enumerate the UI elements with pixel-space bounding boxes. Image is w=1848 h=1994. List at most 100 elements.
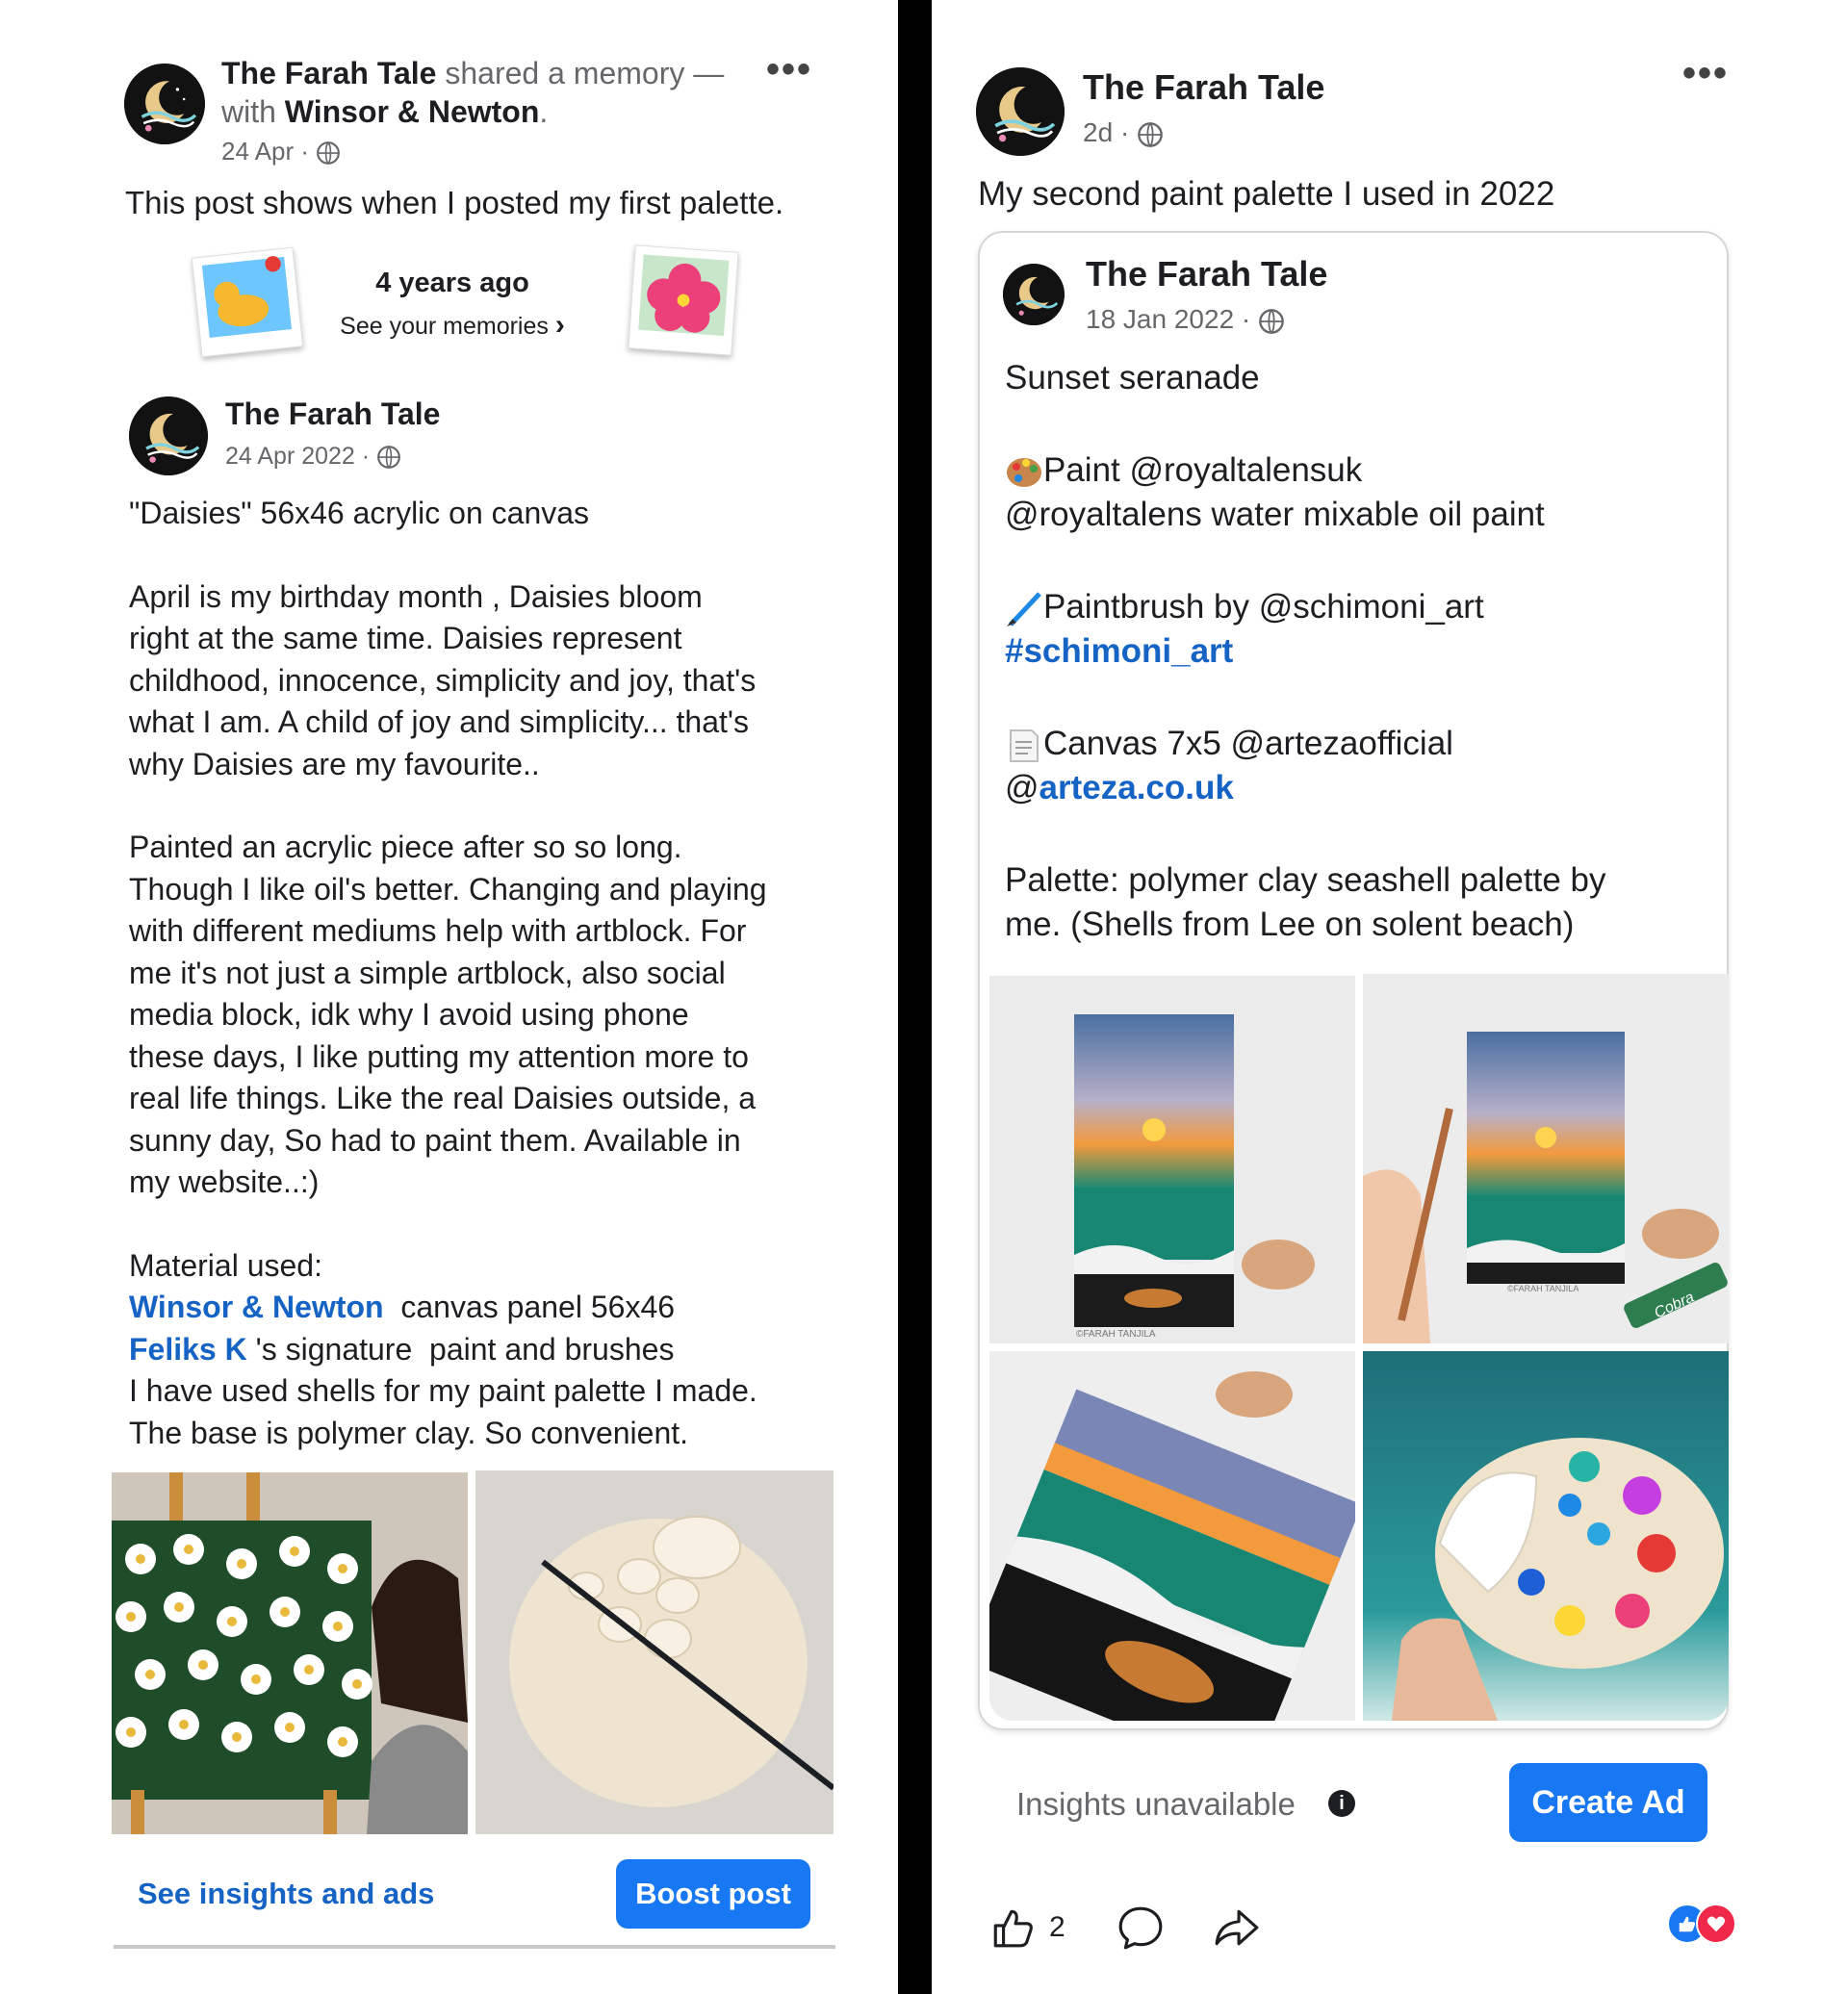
- right-share-post: The Farah Tale 2d · ••• My second paint …: [932, 0, 1848, 1994]
- globe-icon: [1259, 308, 1284, 334]
- shared-text: shared a memory —: [445, 56, 725, 90]
- post-date-row: 24 Apr ·: [221, 137, 341, 166]
- material-line-1: Winsor & Newton canvas panel 56x46: [129, 1287, 822, 1329]
- canvas-text: Canvas 7x5 @artezaofficial: [1043, 725, 1453, 762]
- panel-divider: [898, 0, 932, 1994]
- profile-avatar[interactable]: [124, 64, 205, 144]
- paint-text: Paint @royaltalensuk: [1043, 451, 1363, 489]
- seashell-palette-hand-photo[interactable]: [1363, 1351, 1729, 1721]
- create-ad-button[interactable]: Create Ad: [1509, 1763, 1707, 1842]
- chevron-right-icon: ›: [554, 309, 565, 341]
- daisies-painting-photo[interactable]: [112, 1472, 468, 1834]
- post-author[interactable]: The Farah Tale: [225, 396, 440, 432]
- post-date[interactable]: 24 Apr: [221, 137, 294, 166]
- author-name[interactable]: The Farah Tale: [221, 56, 436, 90]
- boost-post-button[interactable]: Boost post: [616, 1859, 810, 1929]
- shared-post-date[interactable]: 18 Jan 2022: [1086, 304, 1234, 334]
- canvas-line: Canvas 7x5 @artezaofficial: [1005, 722, 1717, 766]
- palette-line-2: me. (Shells from Lee on solent beach): [1005, 906, 1575, 943]
- globe-icon: [1138, 121, 1163, 147]
- arteza-link[interactable]: arteza.co.uk: [1040, 769, 1234, 806]
- watermark-2: ©FARAH TANJILA: [1507, 1284, 1578, 1293]
- material-line-4: The base is polymer clay. So convenient.: [129, 1415, 689, 1450]
- memory-photo-dog-icon: [191, 246, 304, 358]
- years-ago: 4 years ago: [375, 268, 529, 298]
- moon-logo-icon: [976, 67, 1065, 156]
- at-sign: @: [1005, 769, 1040, 806]
- brush-line: Paintbrush by @schimoni_art: [1005, 585, 1717, 629]
- more-options-icon[interactable]: •••: [766, 50, 812, 89]
- post-avatar[interactable]: [129, 396, 208, 475]
- material-heading: Material used:: [129, 1247, 322, 1283]
- paint-line: Paint @royaltalensuk: [1005, 448, 1717, 493]
- moon-logo-icon: [124, 64, 205, 144]
- post-caption: My second paint palette I used in 2022: [978, 175, 1555, 213]
- reactions-summary[interactable]: [1667, 1904, 1740, 1944]
- memory-photo-flower-icon: [628, 244, 739, 356]
- period: .: [539, 94, 549, 129]
- memories-label[interactable]: 4 years ago See your memories ›: [318, 268, 587, 342]
- post-title-line: "Daisies" 56x46 acrylic on canvas: [129, 496, 590, 530]
- shared-post-author[interactable]: The Farah Tale: [1086, 254, 1327, 294]
- sunset-painting-angled-photo[interactable]: [989, 1351, 1355, 1721]
- shared-post-date-row: 18 Jan 2022 ·: [1086, 304, 1285, 335]
- see-insights-link[interactable]: See insights and ads: [138, 1877, 434, 1911]
- sunset-painting-photo-2[interactable]: ©FARAH TANJILA Cobra: [1363, 974, 1729, 1343]
- profile-avatar[interactable]: [976, 67, 1065, 156]
- watermark-1: ©FARAH TANJILA: [1076, 1329, 1156, 1340]
- memory-caption: This post shows when I posted my first p…: [125, 185, 784, 220]
- info-glyph: i: [1339, 1792, 1345, 1814]
- separator-dot: ·: [300, 137, 310, 166]
- sunset-painting-photo-1[interactable]: ©FARAH TANJILA: [989, 976, 1355, 1343]
- share-button[interactable]: [1213, 1904, 1261, 1956]
- moon-logo-icon: [129, 396, 208, 475]
- shared-post-body: Sunset seranade Paint @royaltalensuk @ro…: [1005, 356, 1717, 947]
- see-memories-text: See your memories: [340, 313, 549, 340]
- winsor-newton-link[interactable]: Winsor & Newton: [129, 1290, 384, 1324]
- globe-icon: [377, 446, 400, 470]
- insights-unavailable-text: Insights unavailable: [1016, 1786, 1296, 1822]
- shared-post-title: Sunset seranade: [1005, 359, 1260, 396]
- palette-line-1: Palette: polymer clay seashell palette b…: [1005, 861, 1606, 899]
- partner-name[interactable]: Winsor & Newton: [285, 94, 540, 129]
- feliks-k-link[interactable]: Feliks K: [129, 1332, 247, 1367]
- info-icon[interactable]: i: [1328, 1790, 1355, 1817]
- bottom-divider: [114, 1945, 835, 1949]
- post-date-row: 2d ·: [1083, 117, 1164, 148]
- material-line-2: Feliks K 's signature paint and brushes: [129, 1329, 822, 1371]
- separator-dot: ·: [1241, 304, 1251, 334]
- like-count: 2: [1049, 1911, 1065, 1943]
- like-icon: [993, 1909, 1033, 1948]
- love-reaction-icon: [1696, 1904, 1736, 1944]
- paintbrush-emoji-icon: [1007, 592, 1041, 626]
- post-date[interactable]: 24 Apr 2022: [225, 443, 355, 470]
- shell-palette-photo[interactable]: [475, 1470, 834, 1834]
- comment-icon: [1118, 1906, 1163, 1950]
- author-name[interactable]: The Farah Tale: [1083, 67, 1324, 108]
- moon-logo-icon: [1003, 264, 1065, 325]
- post-body: "Daisies" 56x46 acrylic on canvas April …: [129, 493, 822, 1454]
- material-1-text: canvas panel 56x46: [383, 1290, 676, 1324]
- see-memories-link[interactable]: See your memories ›: [318, 309, 587, 342]
- canvas-link-line: @arteza.co.uk: [1005, 766, 1717, 810]
- left-memory-post: The Farah Tale shared a memory — with Wi…: [0, 0, 898, 1994]
- comment-button[interactable]: [1116, 1904, 1165, 1956]
- post-date[interactable]: 2d: [1083, 117, 1113, 147]
- shared-post-avatar[interactable]: [1003, 264, 1065, 325]
- post-paragraph-1: April is my birthday month , Daisies blo…: [129, 578, 757, 781]
- paint-line-2: @royaltalens water mixable oil paint: [1005, 496, 1545, 533]
- more-options-icon[interactable]: •••: [1682, 54, 1729, 92]
- brush-text: Paintbrush by @schimoni_art: [1043, 588, 1484, 626]
- post-paragraph-2: Painted an acrylic piece after so so lon…: [129, 830, 767, 1199]
- post-date-row: 24 Apr 2022 ·: [225, 443, 401, 471]
- palette-emoji-icon: [1007, 457, 1041, 487]
- material-2-text: 's signature paint and brushes: [246, 1331, 675, 1367]
- with-text: with: [221, 94, 276, 129]
- globe-icon: [317, 141, 341, 166]
- schimoni-hashtag-link[interactable]: #schimoni_art: [1005, 629, 1717, 674]
- like-button[interactable]: 2: [989, 1904, 1065, 1952]
- memory-header: The Farah Tale shared a memory — with Wi…: [221, 54, 760, 131]
- share-icon: [1215, 1909, 1259, 1946]
- material-line-3: I have used shells for my paint palette …: [129, 1373, 757, 1408]
- separator-dot: ·: [1119, 117, 1130, 147]
